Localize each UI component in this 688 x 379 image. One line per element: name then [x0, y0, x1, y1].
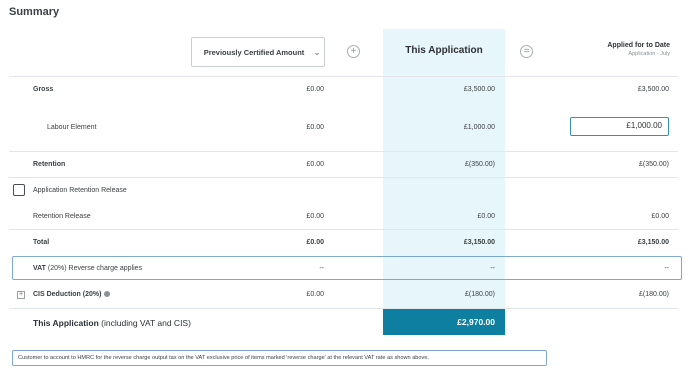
divider: [9, 308, 678, 309]
total-current: £3,150.00: [463, 239, 495, 246]
vat-label-bold: VAT: [33, 265, 46, 272]
previous-certified-select[interactable]: Previously Certified Amount ⌄: [191, 37, 325, 67]
info-icon[interactable]: [104, 291, 111, 298]
gross-previous: £0.00: [306, 86, 324, 93]
vat-label-rest: (20%) Reverse charge applies: [47, 265, 143, 272]
cis-current: £(180.00): [465, 291, 495, 298]
this-application-heading: This Application: [405, 45, 483, 56]
retention-release-current: £0.00: [477, 213, 495, 220]
retention-release-label: Retention Release: [33, 213, 91, 220]
retention-label: Retention: [33, 161, 66, 168]
cis-previous: £0.00: [306, 291, 324, 298]
cis-label: CIS Deduction (20%): [33, 291, 102, 298]
vat-previous: --: [319, 265, 324, 272]
this-application-total-label: This Application (including VAT and CIS): [33, 318, 191, 328]
divider: [9, 229, 678, 230]
applied-to-date-label: Applied for to Date: [607, 42, 670, 49]
retention-previous: £0.00: [306, 161, 324, 168]
retention-applied: £(350.00): [639, 161, 669, 168]
retention-current: £(350.00): [465, 161, 495, 168]
this-application-total-value: £2,970.00: [383, 309, 505, 335]
previous-certified-label: Previously Certified Amount: [203, 47, 305, 57]
cis-applied: £(180.00): [639, 291, 669, 298]
vat-label: VAT (20%) Reverse charge applies: [33, 265, 142, 272]
app-retention-release-label: Application Retention Release: [33, 187, 127, 194]
page-title: Summary: [9, 6, 60, 18]
expand-icon[interactable]: +: [17, 291, 25, 299]
total-applied: £3,150.00: [637, 239, 669, 246]
vat-current: --: [490, 265, 495, 272]
total-label-rest: (including VAT and CIS): [101, 318, 191, 328]
retention-release-previous: £0.00: [306, 213, 324, 220]
applied-to-date-sub: Application - July: [628, 51, 670, 57]
gross-current: £3,500.00: [463, 86, 495, 93]
total-label-bold: This Application: [33, 318, 99, 328]
retention-release-applied: £0.00: [651, 213, 669, 220]
reverse-charge-note: Customer to account to HMRC for the reve…: [12, 350, 547, 366]
gross-label: Gross: [33, 86, 54, 93]
total-label: Total: [33, 239, 50, 246]
retention-release-checkbox[interactable]: [13, 184, 25, 196]
plus-circle-icon: +: [347, 45, 360, 58]
labour-current: £1,000.00: [463, 124, 495, 131]
equals-circle-icon: =: [520, 45, 533, 58]
vat-applied: --: [664, 265, 669, 272]
labour-applied-input[interactable]: £1,000.00: [570, 117, 669, 136]
this-application-column: [383, 29, 505, 335]
labour-previous: £0.00: [306, 124, 324, 131]
gross-applied: £3,500.00: [637, 86, 669, 93]
divider: [9, 76, 678, 77]
chevron-down-icon: ⌄: [313, 47, 321, 57]
divider: [9, 151, 678, 152]
cis-label-wrap: CIS Deduction (20%): [33, 291, 111, 298]
applied-to-date-heading: Applied for to Date Application - July: [560, 42, 670, 57]
total-previous: £0.00: [306, 239, 324, 246]
labour-element-label: Labour Element: [47, 124, 97, 131]
divider: [9, 177, 678, 178]
